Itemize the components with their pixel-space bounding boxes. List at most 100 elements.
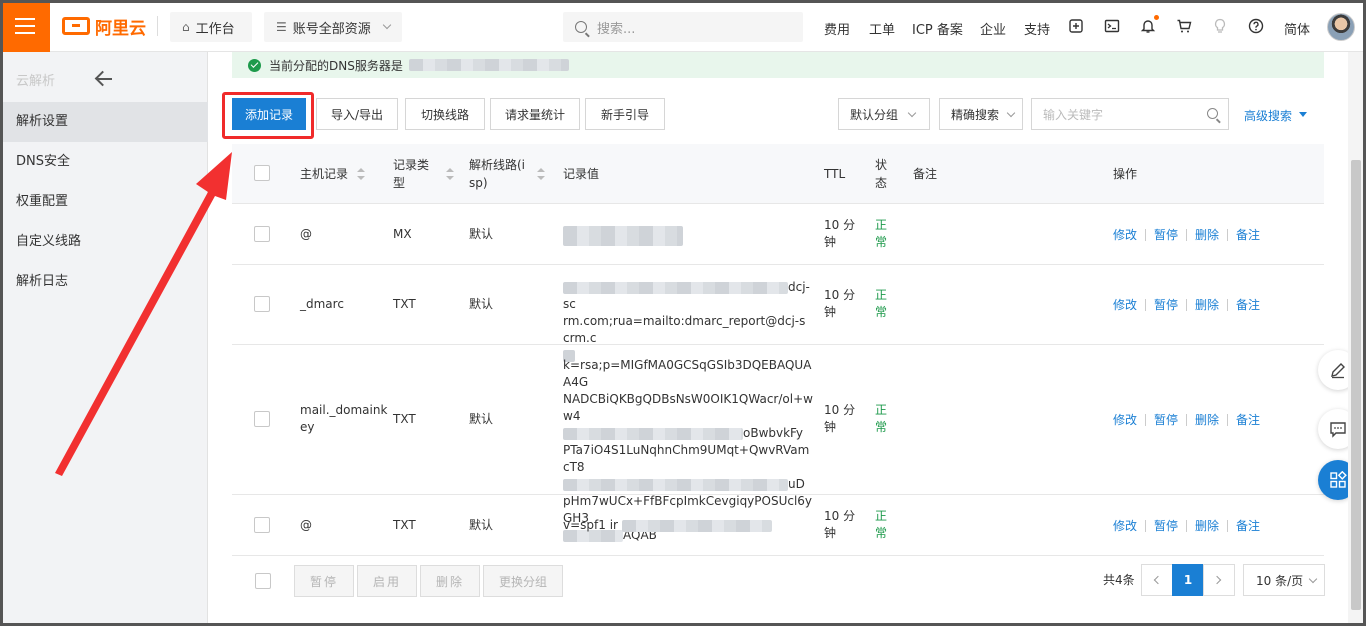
- page-1-button[interactable]: 1: [1172, 564, 1204, 596]
- help-icon[interactable]: [1247, 17, 1265, 35]
- search-mode-select[interactable]: 精确搜索: [939, 98, 1023, 130]
- import-export-button[interactable]: 导入/导出: [316, 98, 398, 130]
- next-page-button[interactable]: [1203, 564, 1235, 596]
- cell-ttl: 10 分钟: [824, 403, 856, 434]
- col-ttl: TTL: [824, 167, 846, 181]
- nav-link-icp[interactable]: ICP 备案: [912, 19, 963, 38]
- cell-line: 默认: [469, 518, 494, 532]
- sidebar-item-custom-lines[interactable]: 自定义线路: [0, 222, 208, 262]
- nav-link-support[interactable]: 支持: [1024, 19, 1050, 38]
- cell-host: @: [300, 518, 312, 532]
- pause-link[interactable]: 暂停: [1154, 226, 1178, 243]
- remark-link[interactable]: 备注: [1236, 226, 1260, 243]
- app-icon[interactable]: [1067, 17, 1085, 35]
- divider: [1145, 299, 1146, 311]
- nav-link-tickets[interactable]: 工单: [869, 19, 895, 38]
- advanced-search-link[interactable]: 高级搜索: [1244, 107, 1292, 124]
- sort-icon[interactable]: [446, 168, 454, 180]
- cell-ttl: 10 分钟: [824, 509, 856, 540]
- row-checkbox[interactable]: [254, 296, 270, 312]
- col-remark: 备注: [913, 167, 938, 181]
- pause-link[interactable]: 暂停: [1154, 411, 1178, 428]
- delete-link[interactable]: 删除: [1195, 296, 1219, 313]
- row-checkbox[interactable]: [254, 411, 270, 427]
- beginner-guide-button[interactable]: 新手引导: [585, 98, 665, 130]
- batch-enable-button[interactable]: 启用: [357, 565, 417, 597]
- table-row: @ MX 默认 10 分钟 正常 修改 暂停 删除 备注: [232, 204, 1324, 265]
- divider: [1227, 299, 1228, 311]
- dns-server-notice: 当前分配的DNS服务器是: [232, 52, 1324, 78]
- col-status-line2: 态: [875, 176, 888, 190]
- aliyun-logo[interactable]: 阿里云: [62, 14, 146, 39]
- cell-host: mail._domaink ey: [300, 403, 388, 434]
- batch-delete-button[interactable]: 删除: [420, 565, 480, 597]
- edit-link[interactable]: 修改: [1113, 296, 1137, 313]
- list-icon: ☰: [276, 20, 287, 34]
- cell-value: [563, 226, 683, 246]
- batch-pause-button[interactable]: 暂停: [294, 565, 354, 597]
- nav-link-fees[interactable]: 费用: [824, 19, 850, 38]
- sidebar-item-weight-config[interactable]: 权重配置: [0, 182, 208, 222]
- keyword-input[interactable]: 输入关键字: [1031, 98, 1229, 130]
- row-checkbox[interactable]: [254, 517, 270, 533]
- global-search-input[interactable]: 搜索...: [563, 12, 803, 42]
- switch-line-button[interactable]: 切换线路: [405, 98, 485, 130]
- back-arrow-icon[interactable]: [94, 68, 116, 90]
- select-all-checkbox[interactable]: [254, 165, 270, 181]
- sidebar-item-resolve-log[interactable]: 解析日志: [0, 262, 208, 302]
- cart-icon[interactable]: [1175, 17, 1193, 35]
- edit-link[interactable]: 修改: [1113, 411, 1137, 428]
- remark-link[interactable]: 备注: [1236, 411, 1260, 428]
- pause-link[interactable]: 暂停: [1154, 296, 1178, 313]
- delete-link[interactable]: 删除: [1195, 517, 1219, 534]
- edit-link[interactable]: 修改: [1113, 226, 1137, 243]
- lightbulb-icon[interactable]: [1211, 17, 1229, 35]
- nav-link-enterprise[interactable]: 企业: [980, 19, 1006, 38]
- home-icon: ⌂: [182, 20, 190, 34]
- cell-ttl: 10 分钟: [824, 288, 856, 319]
- group-select[interactable]: 默认分组: [838, 98, 930, 130]
- col-host[interactable]: 主机记录: [300, 165, 348, 183]
- table-row: @ TXT 默认 v=spf1 ir 10 分钟 正常 修改 暂停 删除 备注: [232, 495, 1324, 556]
- divider: [1145, 229, 1146, 241]
- redacted-text: [621, 519, 772, 532]
- table-header: 主机记录 记录类 型 解析线路(i sp) 记录值 TTL 状 态 备注 操作: [232, 144, 1324, 204]
- cell-status: 正常: [875, 403, 888, 434]
- notification-dot: [1154, 15, 1159, 20]
- pause-link[interactable]: 暂停: [1154, 517, 1178, 534]
- notice-text: 当前分配的DNS服务器是: [269, 58, 403, 73]
- remark-link[interactable]: 备注: [1236, 517, 1260, 534]
- divider: [1186, 229, 1187, 241]
- terminal-icon[interactable]: [1103, 17, 1121, 35]
- footer-select-all-checkbox[interactable]: [255, 573, 271, 589]
- delete-link[interactable]: 删除: [1195, 226, 1219, 243]
- sort-icon[interactable]: [537, 168, 545, 180]
- chevron-down-icon: [907, 108, 917, 118]
- hamburger-menu-icon[interactable]: [0, 0, 50, 52]
- sort-icon[interactable]: [357, 168, 365, 180]
- delete-link[interactable]: 删除: [1195, 411, 1219, 428]
- col-value: 记录值: [563, 167, 600, 181]
- sidebar-item-dns-security[interactable]: DNS安全: [0, 142, 208, 182]
- cell-type: MX: [393, 227, 412, 241]
- language-switch[interactable]: 简体: [1284, 19, 1310, 38]
- col-status-line1: 状: [875, 158, 888, 172]
- scrollbar-thumb[interactable]: [1351, 160, 1361, 610]
- remark-link[interactable]: 备注: [1236, 296, 1260, 313]
- request-stats-button[interactable]: 请求量统计: [490, 98, 580, 130]
- search-icon[interactable]: [1207, 108, 1218, 119]
- change-group-button[interactable]: 更换分组: [483, 565, 563, 597]
- workbench-button[interactable]: ⌂ 工作台: [170, 12, 252, 42]
- search-icon: [575, 21, 587, 33]
- prev-page-button[interactable]: [1141, 564, 1173, 596]
- cell-host: _dmarc: [300, 297, 344, 311]
- edit-link[interactable]: 修改: [1113, 517, 1137, 534]
- page-size-select[interactable]: 10 条/页: [1243, 564, 1325, 596]
- cell-line: 默认: [469, 412, 494, 426]
- row-checkbox[interactable]: [254, 226, 270, 242]
- chevron-down-icon: [1006, 108, 1016, 118]
- resources-dropdown[interactable]: ☰ 账号全部资源: [264, 12, 402, 42]
- user-avatar[interactable]: [1327, 13, 1355, 41]
- sidebar-item-dns-settings[interactable]: 解析设置: [0, 102, 208, 142]
- sidebar: 云解析 解析设置 DNS安全 权重配置 自定义线路 解析日志: [0, 52, 208, 626]
